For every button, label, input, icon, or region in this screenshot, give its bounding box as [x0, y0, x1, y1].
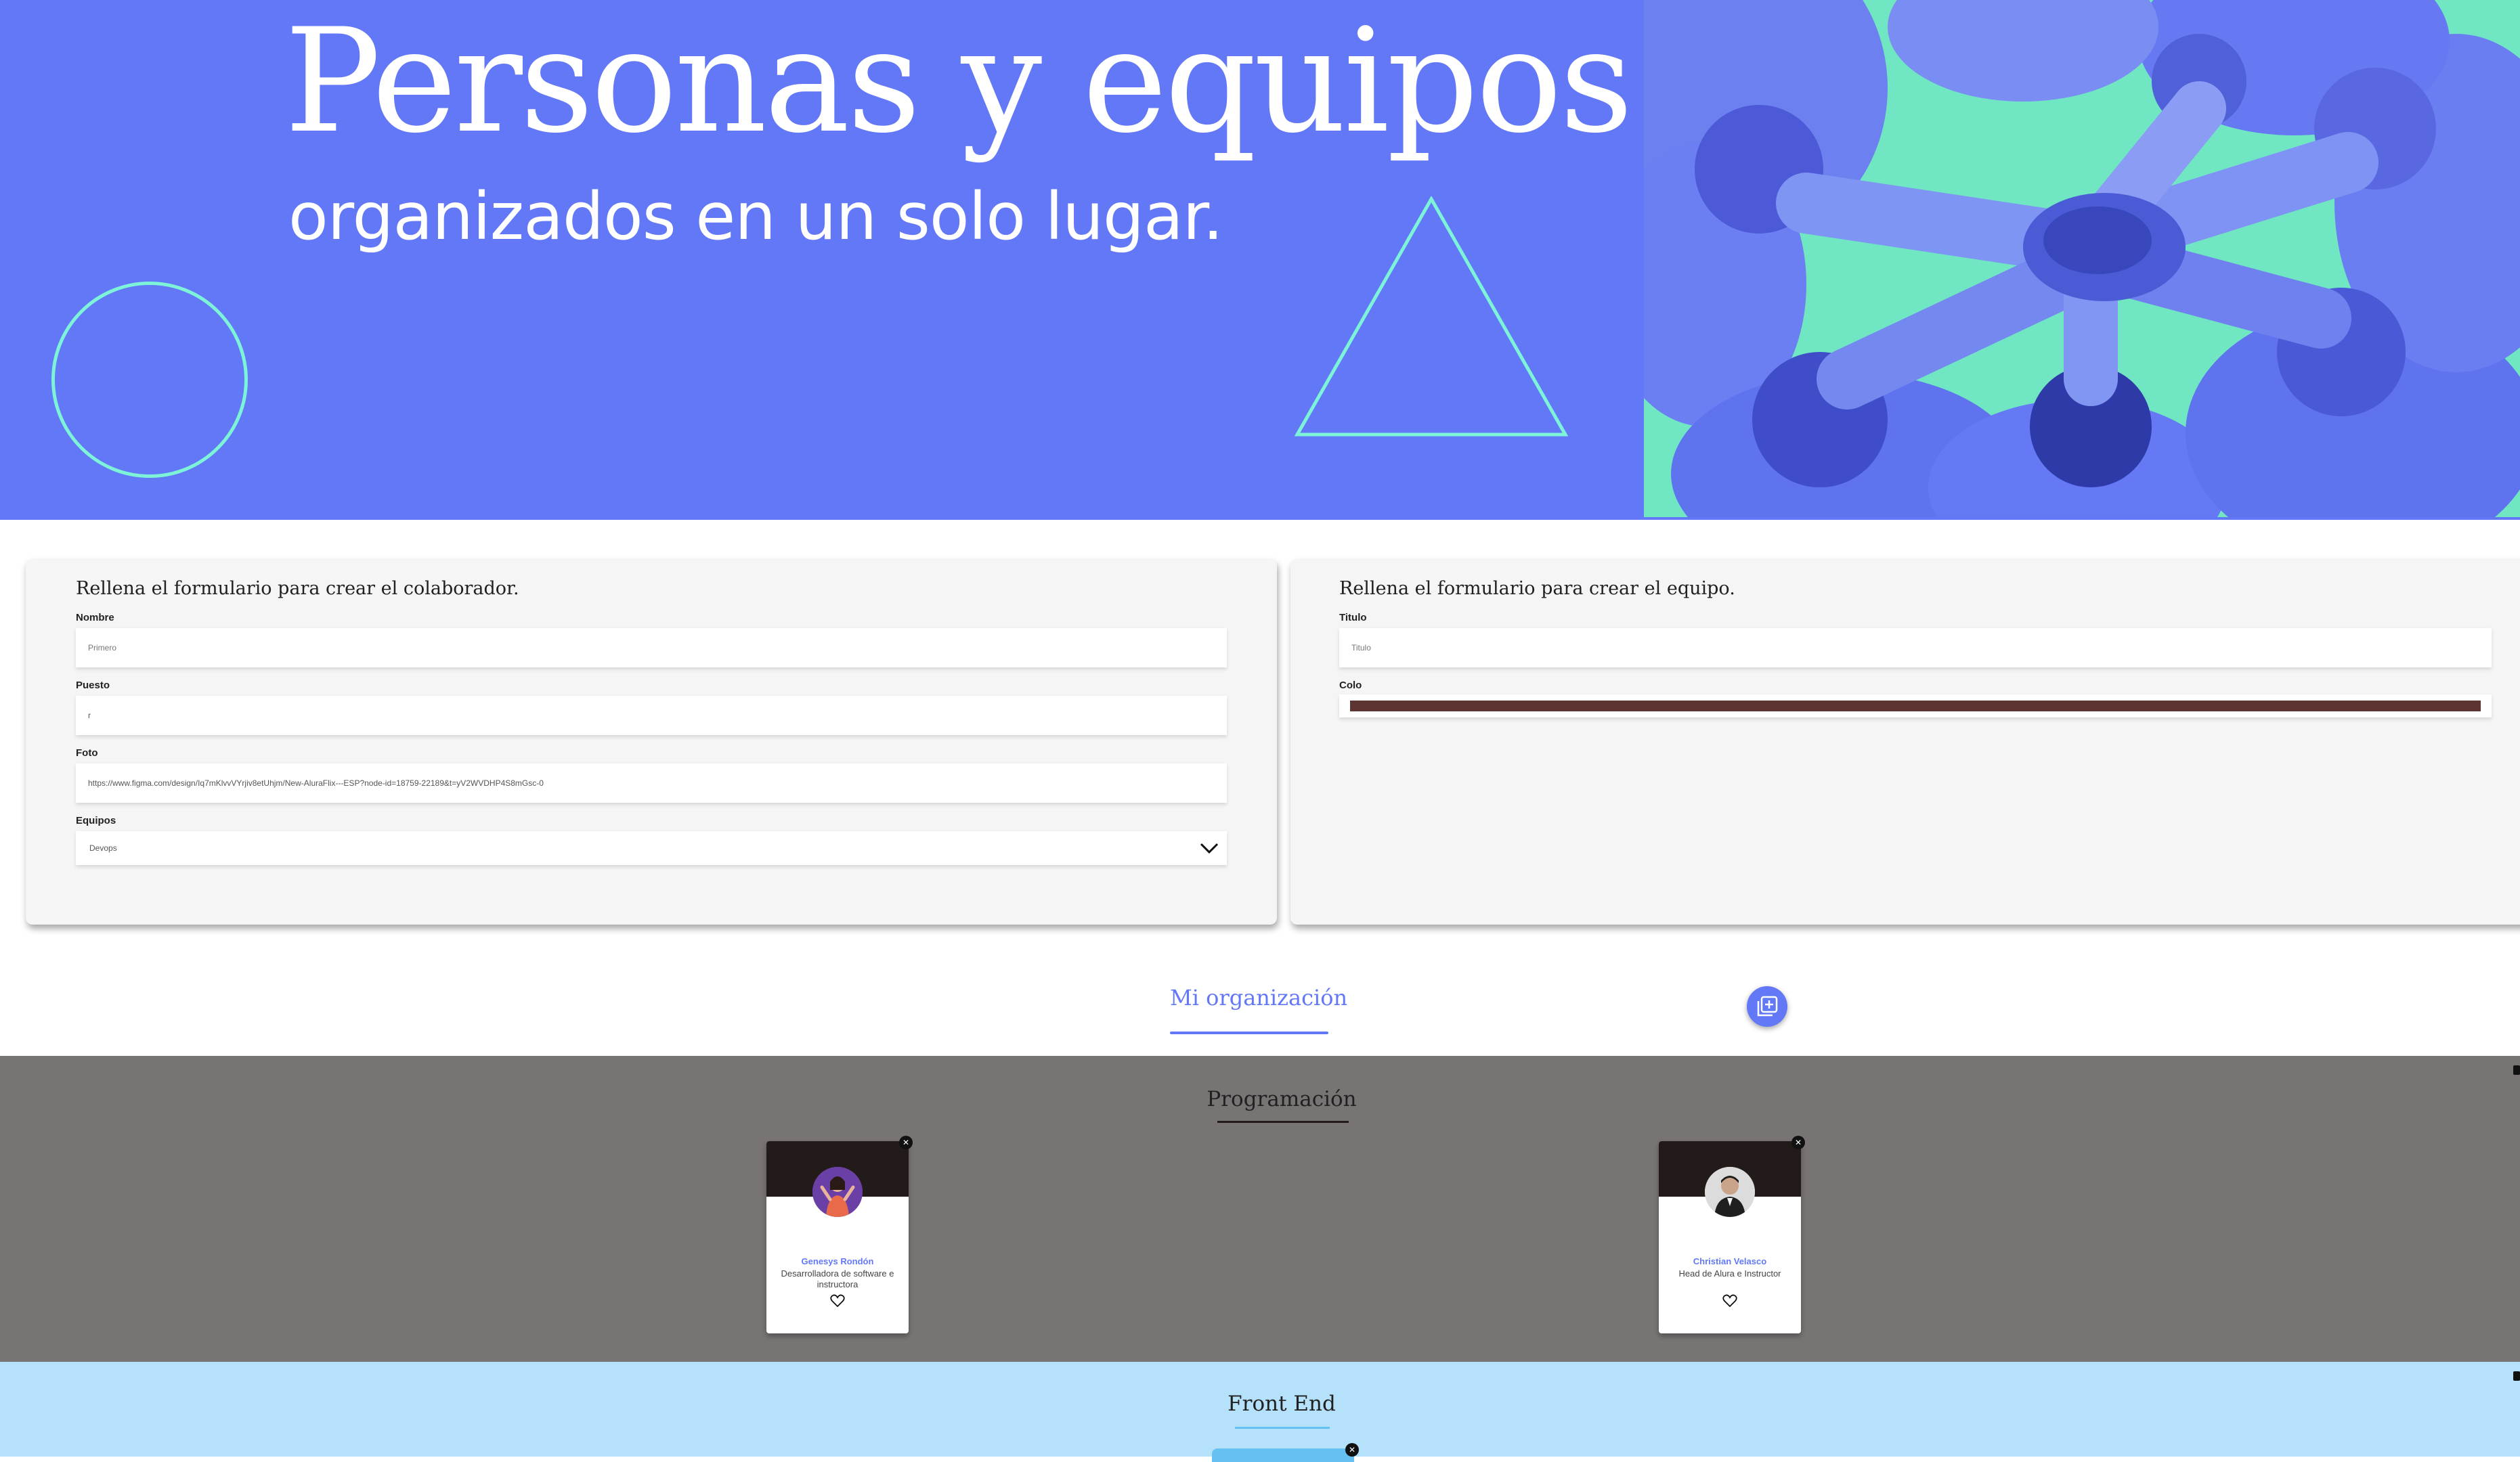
decorative-triangle: [1294, 196, 1569, 437]
heart-icon[interactable]: [830, 1294, 845, 1308]
avatar: [1705, 1167, 1755, 1217]
delete-colaborador-button[interactable]: ✕: [899, 1136, 913, 1149]
team-section-front-end: Front End ✕: [0, 1362, 2520, 1462]
heart-icon[interactable]: [1722, 1294, 1737, 1308]
banner-title: Personas y equipos: [284, 0, 1633, 164]
team-color-input[interactable]: [2513, 1065, 2520, 1075]
team-hands-illustration: [1644, 0, 2520, 518]
colaborador-card: ✕ Genesys Rondón Desarrolladora de softw…: [766, 1136, 913, 1333]
equipo-form: Rellena el formulario para crear el equi…: [1290, 559, 2520, 925]
equipos-selected-value: Devops: [89, 843, 117, 853]
colaborador-form: Rellena el formulario para crear el cola…: [26, 559, 1277, 925]
equipos-label: Equipos: [76, 815, 116, 826]
colaborador-name: Genesys Rondón: [801, 1256, 874, 1266]
banner-bottom-border: [0, 517, 2520, 520]
header-banner: Personas y equipos organizados en un sol…: [0, 0, 2520, 518]
equipos-select[interactable]: Devops: [76, 831, 1227, 865]
titulo-field-box: [1339, 628, 2492, 667]
add-square-icon: [1757, 996, 1778, 1017]
team-section-programacion: Programación ✕ Genesys Rondón Desarrolla…: [0, 1056, 2520, 1362]
avatar-photo: [812, 1167, 863, 1217]
team-title-underline: [1235, 1427, 1330, 1429]
colaborador-card: ✕ Christian Velasco Head de Alura e Inst…: [1659, 1136, 1805, 1333]
avatar: [812, 1167, 863, 1217]
nombre-input[interactable]: [87, 642, 1216, 653]
foto-field-box: [76, 763, 1227, 803]
color-label: Colo: [1339, 680, 1362, 691]
nombre-label: Nombre: [76, 612, 114, 623]
colaborador-form-title: Rellena el formulario para crear el cola…: [76, 578, 519, 599]
team-title-underline: [1217, 1121, 1349, 1123]
avatar-photo: [1705, 1167, 1755, 1217]
titulo-label: Titulo: [1339, 612, 1367, 623]
banner-subtitle: organizados en un solo lugar.: [288, 179, 1223, 254]
chevron-down-icon: [1200, 843, 1219, 854]
organization-title-underline: [1170, 1032, 1328, 1034]
nombre-field-box: [76, 628, 1227, 667]
organization-title: Mi organización: [1170, 985, 1348, 1011]
titulo-input[interactable]: [1350, 642, 2481, 653]
colaborador-name: Christian Velasco: [1693, 1256, 1767, 1266]
team-color-input[interactable]: [2513, 1371, 2520, 1381]
puesto-label: Puesto: [76, 680, 110, 691]
colaborador-card: [1212, 1448, 1354, 1462]
puesto-input[interactable]: [87, 710, 1216, 721]
delete-colaborador-button[interactable]: ✕: [1791, 1136, 1805, 1149]
colaborador-role: Desarrolladora de software e instructora: [781, 1268, 894, 1289]
color-picker-input[interactable]: [1339, 694, 2492, 717]
equipo-form-title: Rellena el formulario para crear el equi…: [1339, 578, 1735, 599]
team-title: Front End: [1228, 1392, 1336, 1416]
foto-input[interactable]: [87, 778, 1216, 789]
foto-label: Foto: [76, 747, 98, 759]
team-hands-photo: [1644, 0, 2520, 518]
delete-colaborador-button[interactable]: ✕: [1345, 1443, 1359, 1457]
team-title: Programación: [1207, 1087, 1357, 1111]
decorative-circle: [51, 282, 248, 478]
colaborador-role: Head de Alura e Instructor: [1678, 1268, 1781, 1279]
puesto-field-box: [76, 696, 1227, 735]
toggle-form-button[interactable]: [1747, 986, 1787, 1027]
color-swatch: [1350, 701, 2481, 711]
